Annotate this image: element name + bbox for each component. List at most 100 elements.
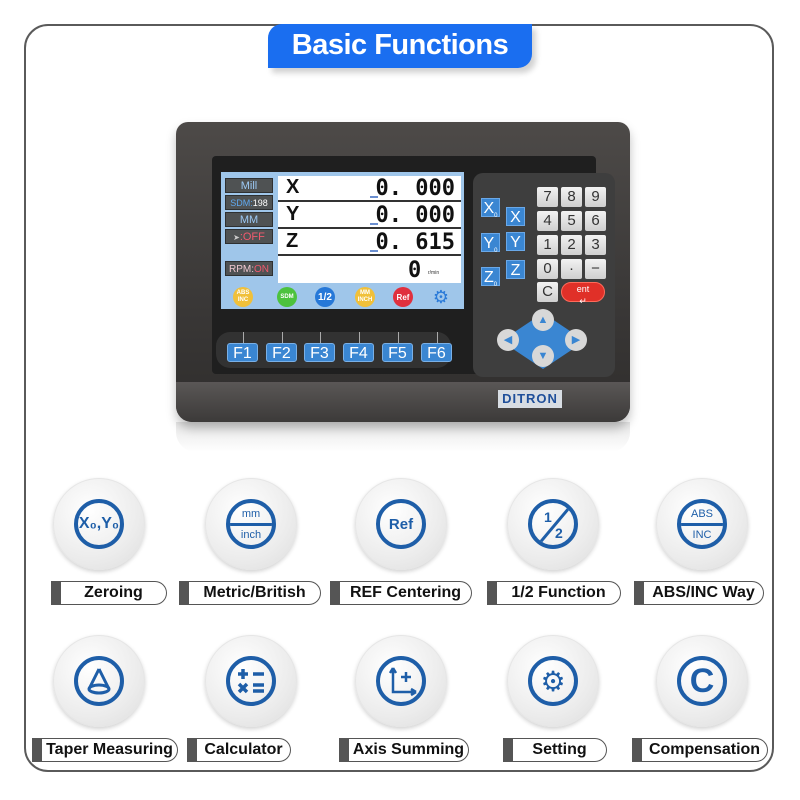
- f5-key[interactable]: F5: [382, 343, 413, 362]
- f6-key[interactable]: F6: [421, 343, 452, 362]
- key-2[interactable]: 2: [561, 235, 582, 255]
- laser-state: :OFF: [239, 231, 265, 243]
- device-reflection: [176, 422, 630, 452]
- function-label: Zeroing: [51, 581, 167, 605]
- function-label: Compensation: [632, 738, 768, 762]
- icon-top-text: 1: [544, 509, 552, 525]
- fkey-line: [320, 332, 321, 343]
- icon-bottom-text: INC: [692, 528, 712, 541]
- function-compensation: C Compensation: [632, 635, 776, 775]
- key-0[interactable]: 0: [537, 259, 558, 279]
- rpm-state: ON: [254, 264, 269, 275]
- icon-disc: Ref: [355, 478, 447, 570]
- x-zero-key[interactable]: X0: [481, 198, 500, 219]
- key-8[interactable]: 8: [561, 187, 582, 207]
- key-5[interactable]: 5: [561, 211, 582, 231]
- compensation-icon: C: [677, 656, 727, 706]
- axis-value: 0. 000: [375, 176, 455, 201]
- arrow-down-key[interactable]: ▼: [532, 345, 554, 367]
- fkey-line: [282, 332, 283, 343]
- arrow-up-key[interactable]: ▲: [532, 309, 554, 331]
- fkey-line: [437, 332, 438, 343]
- gear-icon: ⚙: [528, 656, 578, 706]
- axis-label: X: [286, 176, 300, 198]
- lcd-screen: Mill SDM:198 MM ➤:OFF RPM:ON X 0. 000 Y …: [221, 172, 464, 309]
- function-zeroing: X₀,Y₀ Zeroing: [33, 478, 173, 618]
- z-zero-key[interactable]: Z0: [481, 267, 500, 288]
- laser-icon: ➤: [233, 233, 240, 242]
- enter-key[interactable]: ent ↵: [561, 282, 605, 306]
- key-1[interactable]: 1: [537, 235, 558, 255]
- softkey-ref[interactable]: Ref: [393, 287, 413, 307]
- function-axis-summing: Axis Summing: [335, 635, 475, 775]
- fkey-line: [359, 332, 360, 343]
- f3-key[interactable]: F3: [304, 343, 335, 362]
- softkey-half[interactable]: 1/2: [315, 287, 335, 307]
- axis-symbol: [388, 667, 417, 697]
- sdm-value: 198: [252, 198, 268, 208]
- softkey-settings-gear-icon[interactable]: ⚙: [431, 287, 451, 307]
- icon-divider: [230, 522, 272, 526]
- function-label: Axis Summing: [339, 738, 469, 762]
- brand-logo: DITRON: [498, 390, 562, 408]
- sdm-label: SDM:: [230, 198, 253, 208]
- calculator-icon: [226, 656, 276, 706]
- function-label: 1/2 Function: [487, 581, 621, 605]
- f4-key[interactable]: F4: [343, 343, 374, 362]
- lcd-readout: X 0. 000 Y 0. 000 Z 0. 615 0 r/min: [278, 176, 461, 283]
- mode-tag: Mill: [225, 178, 273, 193]
- icon-disc: ABS INC: [656, 478, 748, 570]
- half-icon: 1 2: [528, 499, 578, 549]
- key-minus[interactable]: −: [585, 259, 606, 279]
- softkey-abs-inc[interactable]: ABS INC: [233, 287, 253, 307]
- lcd-softkey-bar: ABS INC SDM 1/2 MM INCH Ref ⚙: [221, 284, 464, 309]
- y-zero-key[interactable]: Y0: [481, 233, 500, 254]
- key-decimal[interactable]: ·: [561, 259, 582, 279]
- rpm-value: 0: [408, 258, 422, 283]
- function-label: ABS/INC Way: [634, 581, 764, 605]
- icon-bottom-text: inch: [240, 528, 262, 541]
- keypad-panel: X0 Y0 Z0 X Y Z 7 8 9 4 5 6 1 2 3 0 · − C…: [473, 173, 615, 377]
- metric-british-icon: mm inch: [226, 499, 276, 549]
- page-title: Basic Functions: [268, 24, 532, 68]
- calc-symbols: [237, 669, 264, 694]
- x-axis-key[interactable]: X: [506, 207, 525, 226]
- rpm-tag: RPM:ON: [225, 261, 273, 276]
- enter-arrow-icon: ↵: [579, 296, 587, 306]
- key-3[interactable]: 3: [585, 235, 606, 255]
- function-label: Setting: [503, 738, 607, 762]
- key-9[interactable]: 9: [585, 187, 606, 207]
- cone-icon: [74, 656, 124, 706]
- function-half: 1 2 1/2 Function: [487, 478, 627, 618]
- icon-disc: [205, 635, 297, 727]
- icon-disc: mm inch: [205, 478, 297, 570]
- fkey-line: [243, 332, 244, 343]
- z-axis-key[interactable]: Z: [506, 260, 525, 279]
- rpm-label: RPM:: [229, 264, 254, 275]
- cone-shape: [87, 668, 111, 695]
- softkey-sdm[interactable]: SDM: [277, 287, 297, 307]
- y-axis-key[interactable]: Y: [506, 232, 525, 251]
- key-4[interactable]: 4: [537, 211, 558, 231]
- axis-row-y: Y 0. 000: [278, 203, 461, 229]
- function-metric-british: mm inch Metric/British: [179, 478, 325, 618]
- key-6[interactable]: 6: [585, 211, 606, 231]
- function-key-strip: F1 F2 F3 F4 F5 F6: [216, 332, 452, 368]
- softkey-mm-inch[interactable]: MM INCH: [355, 287, 375, 307]
- f2-key[interactable]: F2: [266, 343, 297, 362]
- ref-icon: Ref: [376, 499, 426, 549]
- function-ref-centering: Ref REF Centering: [330, 478, 475, 618]
- arrow-right-key[interactable]: ▶: [565, 329, 587, 351]
- arrow-left-key[interactable]: ◀: [497, 329, 519, 351]
- axis-row-x: X 0. 000: [278, 176, 461, 202]
- key-7[interactable]: 7: [537, 187, 558, 207]
- lcd-status-column: Mill SDM:198 MM ➤:OFF RPM:ON: [221, 172, 277, 282]
- function-setting: ⚙ Setting: [487, 635, 627, 775]
- icon-top-text: mm: [241, 507, 261, 520]
- f1-key[interactable]: F1: [227, 343, 258, 362]
- key-clear[interactable]: C: [537, 282, 558, 302]
- function-label: Taper Measuring: [32, 738, 178, 762]
- abs-inc-icon: ABS INC: [677, 499, 727, 549]
- function-calculator: Calculator: [185, 635, 325, 775]
- fkey-line: [398, 332, 399, 343]
